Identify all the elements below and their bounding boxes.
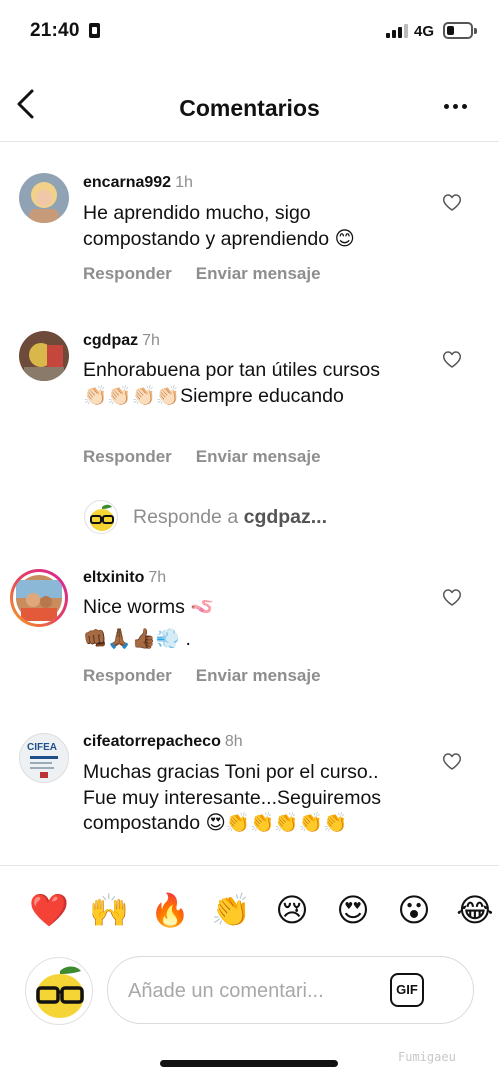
avatar-logo-text: CIFEA bbox=[27, 742, 57, 753]
avatar-with-story-ring[interactable] bbox=[10, 569, 68, 627]
avatar[interactable]: CIFEA bbox=[19, 733, 69, 783]
sim-card-icon bbox=[89, 23, 100, 38]
reply-prompt-prefix: Responde a bbox=[133, 506, 244, 528]
network-type: 4G bbox=[414, 23, 435, 40]
comment-username[interactable]: cgdpaz bbox=[83, 332, 138, 349]
reply-prompt[interactable]: Responde a cgdpaz... bbox=[84, 500, 384, 534]
emoji-raised-hands[interactable]: 🙌 bbox=[87, 890, 131, 930]
comment-time: 8h bbox=[224, 733, 243, 750]
reply-prompt-text: Responde a cgdpaz... bbox=[133, 506, 327, 529]
reply-button[interactable]: Responder bbox=[83, 264, 172, 283]
comment-text: Enhorabuena por tan útiles cursos 👏🏻👏🏻👏🏻… bbox=[83, 359, 381, 407]
like-heart-icon[interactable] bbox=[442, 752, 462, 771]
send-message-button[interactable]: Enviar mensaje bbox=[196, 666, 321, 685]
comment-header: cifeatorrepacheco 8h bbox=[83, 733, 243, 751]
comment-text-line: 👊🏾🙏🏾👍🏾💨 . bbox=[83, 628, 191, 650]
comment-input[interactable] bbox=[128, 977, 383, 1005]
comment-header: eltxinito 7h bbox=[83, 569, 166, 587]
emoji-surprised[interactable]: 😮 bbox=[392, 890, 436, 930]
emoji-crying[interactable]: 😢 bbox=[270, 890, 314, 930]
comment-time: 7h bbox=[148, 569, 167, 586]
send-message-button[interactable]: Enviar mensaje bbox=[196, 447, 321, 466]
comment-header: cgdpaz 7h bbox=[83, 332, 160, 350]
emoji-laughing[interactable]: 😂 bbox=[453, 890, 497, 930]
own-avatar bbox=[84, 500, 118, 534]
comment-username[interactable]: cifeatorrepacheco bbox=[83, 733, 221, 750]
reply-button[interactable]: Responder bbox=[83, 666, 172, 685]
send-message-button[interactable]: Enviar mensaje bbox=[196, 264, 321, 283]
cellular-signal-icon bbox=[386, 24, 408, 38]
more-horizontal-icon bbox=[444, 104, 449, 109]
reply-prompt-username: cgdpaz... bbox=[243, 506, 328, 528]
own-avatar bbox=[25, 957, 93, 1025]
comment-text-line: Nice worms 🪱 bbox=[83, 596, 215, 618]
quick-emoji-bar: ❤️ 🙌 🔥 👏 😢 😍 😮 😂 bbox=[0, 865, 499, 949]
emoji-heart[interactable]: ❤️ bbox=[27, 890, 71, 930]
battery-icon bbox=[443, 22, 477, 39]
comment-actions: Responder Enviar mensaje bbox=[83, 666, 321, 686]
comment-actions: Responder Enviar mensaje bbox=[83, 447, 321, 467]
comment-username[interactable]: eltxinito bbox=[83, 569, 144, 586]
comment-actions: Responder Enviar mensaje bbox=[83, 264, 321, 284]
comment-time: 1h bbox=[175, 174, 193, 191]
status-bar: 21:40 4G bbox=[0, 0, 499, 64]
comment-text: He aprendido mucho, sigo compostando y a… bbox=[83, 202, 355, 250]
gif-button[interactable]: GIF bbox=[390, 973, 424, 1007]
header: Comentarios bbox=[0, 64, 499, 142]
like-heart-icon[interactable] bbox=[442, 588, 462, 607]
emoji-fire[interactable]: 🔥 bbox=[148, 890, 192, 930]
emoji-clap[interactable]: 👏 bbox=[209, 890, 253, 930]
comment-text: Muchas gracias Toni por el curso.. Fue m… bbox=[83, 761, 382, 834]
page-title: Comentarios bbox=[179, 95, 320, 121]
emoji-heart-eyes[interactable]: 😍 bbox=[331, 890, 375, 930]
avatar[interactable] bbox=[19, 173, 69, 223]
more-options-button[interactable] bbox=[438, 94, 472, 118]
status-time: 21:40 bbox=[30, 20, 80, 41]
like-heart-icon[interactable] bbox=[442, 193, 462, 212]
watermark: Fumigaeu bbox=[398, 1050, 456, 1064]
home-indicator bbox=[160, 1060, 338, 1067]
reply-button[interactable]: Responder bbox=[83, 447, 172, 466]
like-heart-icon[interactable] bbox=[442, 350, 462, 369]
comment-composer: GIF bbox=[107, 956, 474, 1024]
comment-username[interactable]: encarna992 bbox=[83, 174, 171, 191]
avatar[interactable] bbox=[19, 331, 69, 381]
comment-header: encarna992 1h bbox=[83, 174, 193, 192]
comment-time: 7h bbox=[142, 332, 160, 349]
comments-list[interactable]: encarna992 1h He aprendido mucho, sigo co… bbox=[0, 143, 499, 865]
